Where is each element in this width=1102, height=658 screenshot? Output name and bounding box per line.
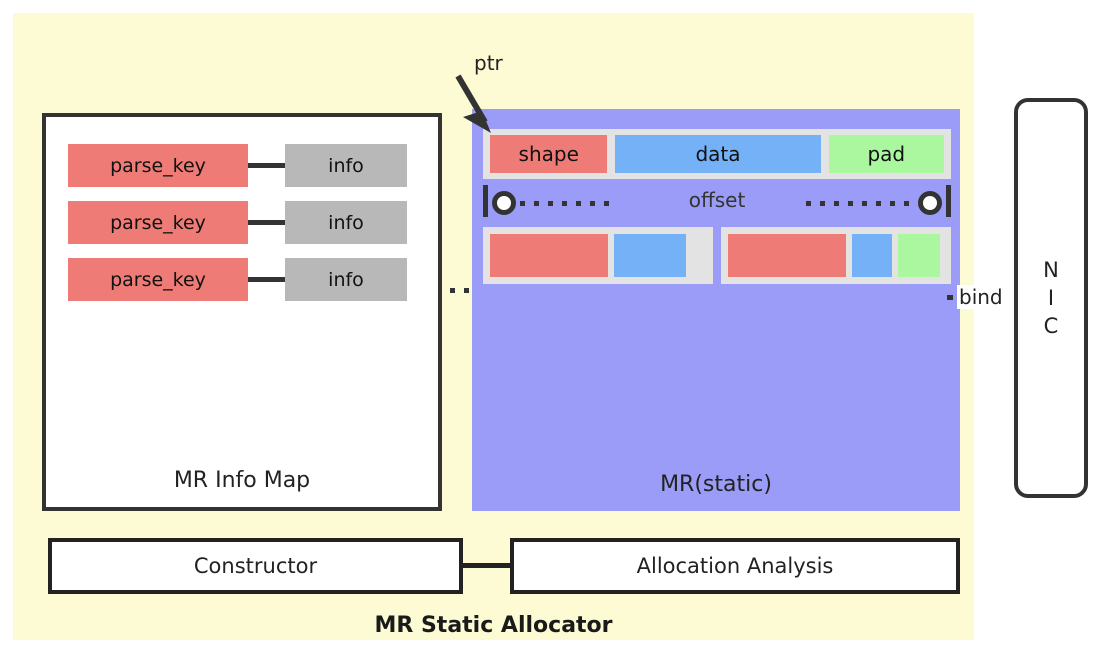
offset-endpoint-right — [918, 191, 942, 215]
mr-info-map-row: parse_key info — [68, 144, 423, 187]
info-chip[interactable]: info — [285, 201, 407, 244]
map-to-mr-dotted-connector — [450, 288, 474, 293]
parse-key-chip[interactable]: parse_key — [68, 258, 248, 301]
nic-box[interactable]: N I C — [1014, 98, 1088, 498]
info-chip[interactable]: info — [285, 144, 407, 187]
diagram-canvas: parse_key info parse_key info parse_key … — [0, 0, 1102, 658]
mr-static-box: shape data pad offset MR(static) — [472, 109, 960, 511]
offset-measure-band: offset — [483, 183, 951, 219]
mr-memory-block-1 — [483, 227, 713, 284]
offset-tick-right — [946, 185, 951, 217]
offset-dotted-right — [806, 201, 914, 206]
key-info-link — [248, 220, 285, 225]
ptr-label: ptr — [474, 51, 503, 75]
segment-pad[interactable]: pad — [828, 135, 944, 173]
info-chip[interactable]: info — [285, 258, 407, 301]
mr-info-map-row: parse_key info — [68, 258, 423, 301]
constructor-box[interactable]: Constructor — [48, 538, 463, 594]
mr-memory-block-2 — [721, 227, 951, 284]
allocation-analysis-box[interactable]: Allocation Analysis — [510, 538, 960, 594]
mr-static-label: MR(static) — [660, 472, 772, 497]
segment-shape[interactable]: shape — [490, 135, 608, 173]
mr-info-map-box: parse_key info parse_key info parse_key … — [42, 113, 442, 511]
mr-info-map-row: parse_key info — [68, 201, 423, 244]
mr-info-map-label: MR Info Map — [173, 468, 311, 493]
mr-static-allocator-panel: parse_key info parse_key info parse_key … — [13, 13, 974, 640]
parse-key-chip[interactable]: parse_key — [68, 144, 248, 187]
nic-letter: N — [1043, 258, 1059, 282]
nic-letter: C — [1043, 314, 1059, 338]
segment-shape[interactable] — [728, 234, 846, 277]
nic-letter: I — [1047, 286, 1055, 310]
segment-pad[interactable] — [898, 234, 940, 277]
constructor-analysis-link — [463, 563, 511, 568]
parse-key-chip[interactable]: parse_key — [68, 201, 248, 244]
key-info-link — [248, 163, 285, 168]
mr-memory-row-top: shape data pad — [483, 129, 951, 179]
segment-data[interactable] — [852, 234, 892, 277]
bind-connector-dot — [947, 295, 953, 300]
bind-label: bind — [957, 285, 1005, 309]
offset-label: offset — [688, 188, 746, 212]
segment-shape[interactable] — [490, 234, 608, 277]
segment-data[interactable] — [614, 234, 686, 277]
key-info-link — [248, 277, 285, 282]
page-title: MR Static Allocator — [374, 613, 613, 638]
segment-data[interactable]: data — [615, 135, 821, 173]
